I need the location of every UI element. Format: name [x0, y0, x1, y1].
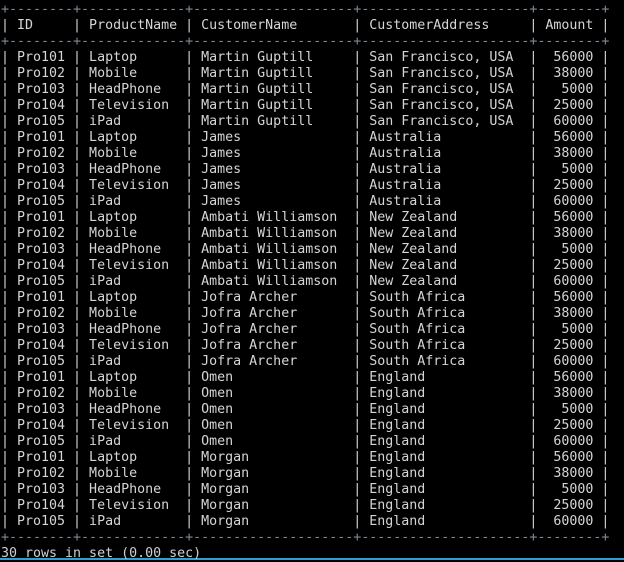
table-header-row: | ID | ProductName | CustomerName | Cust… [1, 18, 610, 33]
table-border-bottom: +--------+-------------+----------------… [1, 530, 610, 545]
table-row: | Pro102 | Mobile | Martin Guptill | San… [1, 66, 610, 81]
table-row: | Pro105 | iPad | Omen | England | 60000… [1, 434, 610, 449]
table-row: | Pro102 | Mobile | Ambati Williamson | … [1, 226, 610, 241]
table-row: | Pro101 | Laptop | Morgan | England | 5… [1, 450, 610, 465]
table-row: | Pro102 | Mobile | Jofra Archer | South… [1, 306, 610, 321]
table-row: | Pro105 | iPad | Jofra Archer | South A… [1, 354, 610, 369]
table-row: | Pro102 | Mobile | Omen | England | 380… [1, 386, 610, 401]
table-row: | Pro103 | HeadPhone | James | Australia… [1, 162, 610, 177]
table-row: | Pro101 | Laptop | Ambati Williamson | … [1, 210, 610, 225]
table-row: | Pro105 | iPad | James | Australia | 60… [1, 194, 610, 209]
table-row: | Pro105 | iPad | Martin Guptill | San F… [1, 114, 610, 129]
terminal-window[interactable]: +--------+-------------+----------------… [0, 0, 624, 561]
table-row: | Pro105 | iPad | Morgan | England | 600… [1, 514, 610, 529]
table-row: | Pro102 | Mobile | James | Australia | … [1, 146, 610, 161]
table-row: | Pro104 | Television | Omen | England |… [1, 418, 610, 433]
table-row: | Pro103 | HeadPhone | Martin Guptill | … [1, 82, 610, 97]
table-row: | Pro104 | Television | Morgan | England… [1, 498, 610, 513]
table-row: | Pro104 | Television | Ambati Williamso… [1, 258, 610, 273]
table-row: | Pro103 | HeadPhone | Ambati Williamson… [1, 242, 610, 257]
table-row: | Pro105 | iPad | Ambati Williamson | Ne… [1, 274, 610, 289]
table-row: | Pro103 | HeadPhone | Morgan | England … [1, 482, 610, 497]
query-result-table: +--------+-------------+----------------… [0, 2, 624, 546]
table-row: | Pro104 | Television | Jofra Archer | S… [1, 338, 610, 353]
table-border-top: +--------+-------------+----------------… [1, 2, 610, 17]
table-row: | Pro101 | Laptop | Omen | England | 560… [1, 370, 610, 385]
table-row: | Pro101 | Laptop | James | Australia | … [1, 130, 610, 145]
table-row: | Pro102 | Mobile | Morgan | England | 3… [1, 466, 610, 481]
table-row: | Pro103 | HeadPhone | Omen | England | … [1, 402, 610, 417]
table-row: | Pro104 | Television | Martin Guptill |… [1, 98, 610, 113]
table-row: | Pro101 | Laptop | Jofra Archer | South… [1, 290, 610, 305]
table-row: | Pro104 | Television | James | Australi… [1, 178, 610, 193]
table-border-header: +--------+-------------+----------------… [1, 34, 610, 49]
table-row: | Pro101 | Laptop | Martin Guptill | San… [1, 50, 610, 65]
table-row: | Pro103 | HeadPhone | Jofra Archer | So… [1, 322, 610, 337]
